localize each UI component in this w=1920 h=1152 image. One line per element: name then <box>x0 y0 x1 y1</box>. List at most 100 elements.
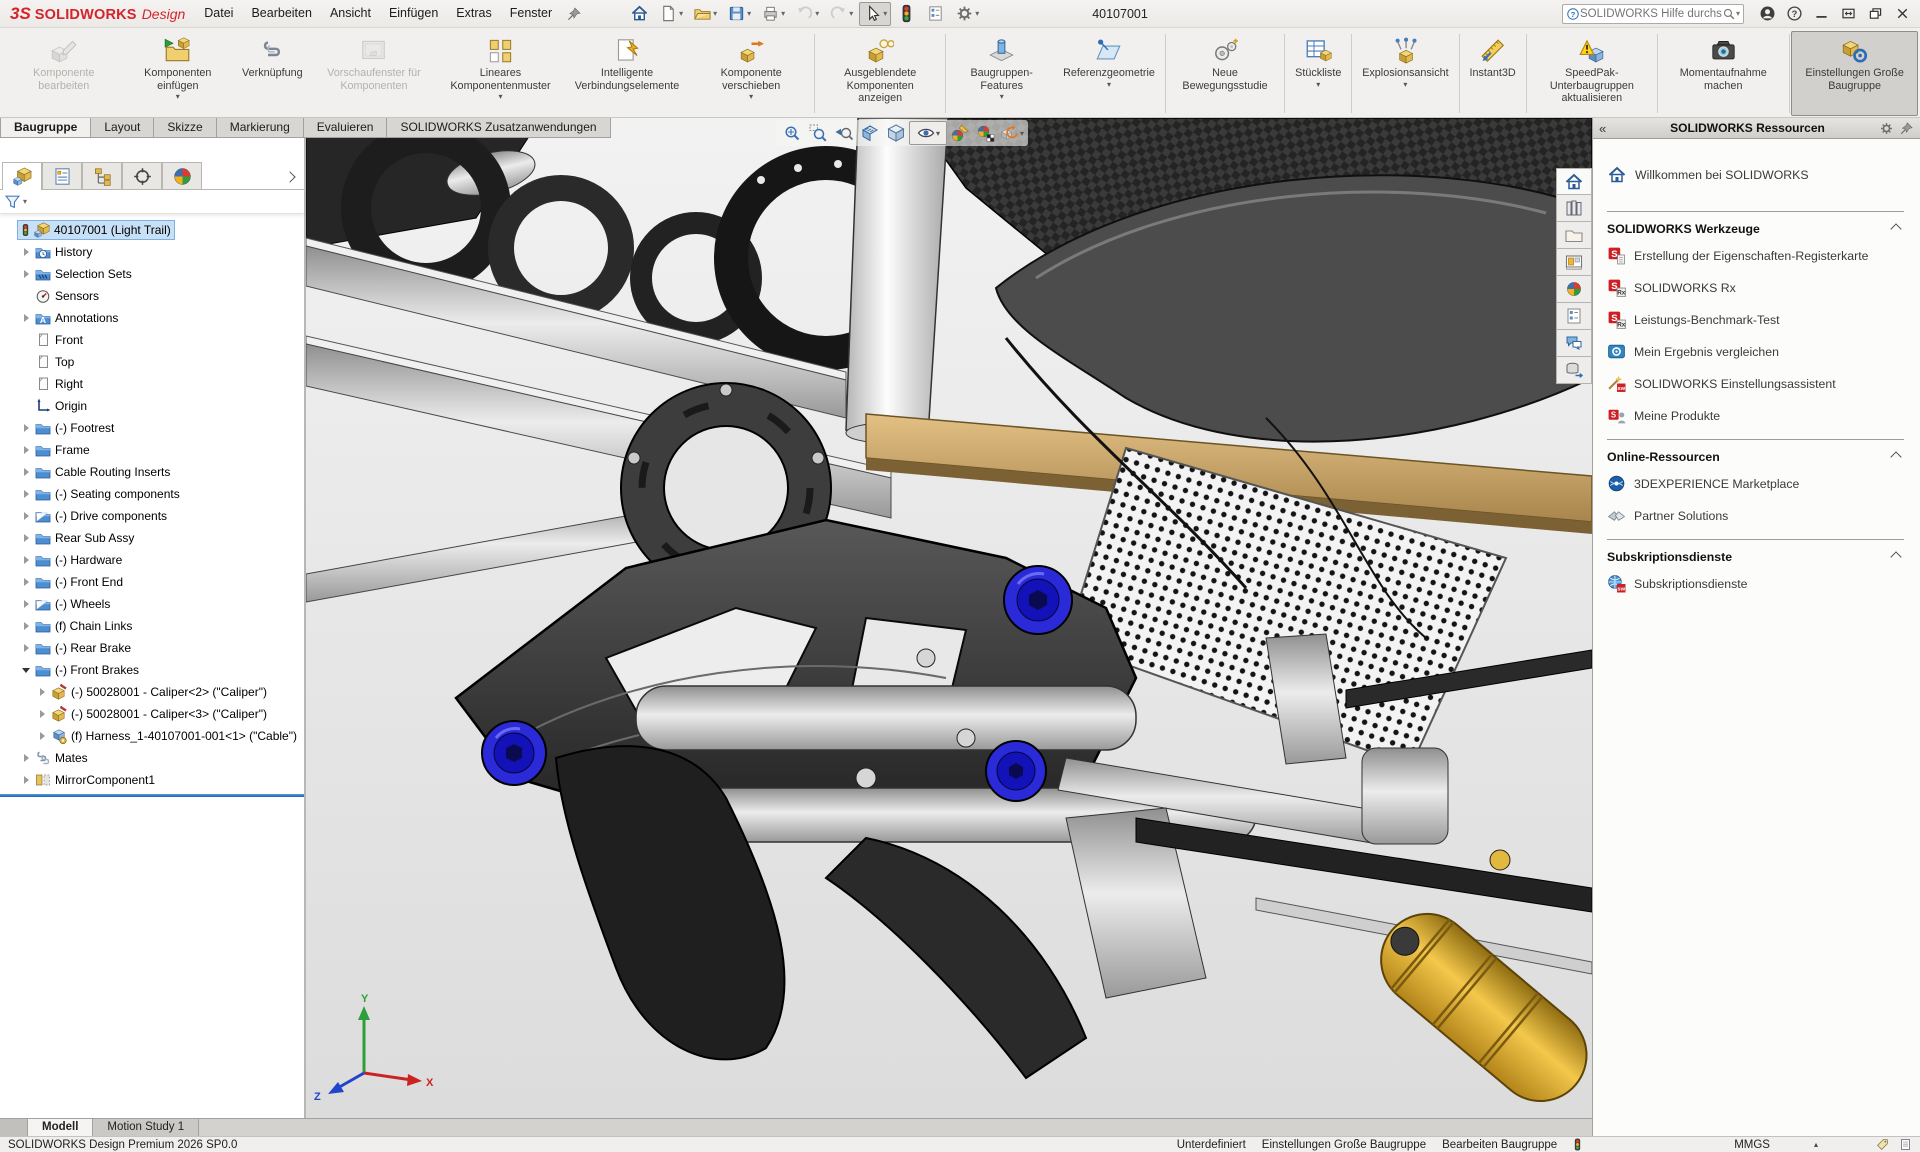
taskpane-tab-appearances-scenes[interactable] <box>1556 276 1592 303</box>
viewport-3d-model[interactable]: Y X Z <box>306 118 1592 1118</box>
section-view-button[interactable] <box>857 121 883 145</box>
tree-item-drive-components[interactable]: (-) Drive components <box>0 505 304 527</box>
menu-fenster[interactable]: Fenster <box>501 0 561 27</box>
panel-pin-icon[interactable] <box>1899 121 1914 136</box>
tree-item-seating-components[interactable]: (-) Seating components <box>0 483 304 505</box>
tree-item-selection-sets[interactable]: Selection Sets <box>0 263 304 285</box>
tree-item-top[interactable]: Top <box>0 351 304 373</box>
tree-expand-arrow[interactable] <box>20 444 33 457</box>
tree-item-wheels[interactable]: (-) Wheels <box>0 593 304 615</box>
tree-expand-arrow[interactable] <box>20 422 33 435</box>
tree-item-annotations[interactable]: Annotations <box>0 307 304 329</box>
panel-tab-featuremanager-tree[interactable] <box>2 162 42 190</box>
ribbon-einstellungen-gro-e-baugruppe[interactable]: Einstellungen Große Baugruppe <box>1791 31 1918 116</box>
search-icon[interactable] <box>1722 7 1736 21</box>
tab-markierung[interactable]: Markierung <box>217 118 304 138</box>
ribbon-momentaufnahme-machen[interactable]: Momentaufnahme machen <box>1660 31 1787 116</box>
redo-caret[interactable]: ▾ <box>849 9 853 18</box>
apply-scene-button[interactable] <box>973 121 999 145</box>
panel-options-gear-icon[interactable] <box>1879 121 1894 136</box>
taskpane-tab-solidworks-resources[interactable] <box>1556 168 1592 195</box>
panel-tab-dimxpert-manager[interactable] <box>122 162 162 189</box>
tree-expand-arrow[interactable] <box>20 554 33 567</box>
tab-layout[interactable]: Layout <box>91 118 154 138</box>
tree-expand-arrow[interactable] <box>20 598 33 611</box>
tree-expand-arrow[interactable] <box>36 730 49 743</box>
ribbon-caret[interactable]: ▾ <box>1316 81 1320 89</box>
panel-tab-display-manager[interactable] <box>162 162 202 189</box>
select-button[interactable]: ▾ <box>859 2 891 26</box>
section-header-online-ressourcen[interactable]: Online-Ressourcen <box>1607 450 1904 464</box>
tree-item-f-harness-1-40107001-001-1[interactable]: (f) Harness_1-40107001-001<1> ("Cable") <box>0 725 304 747</box>
tree-item-history[interactable]: History <box>0 241 304 263</box>
tree-item-front-brakes[interactable]: (-) Front Brakes <box>0 659 304 681</box>
units-selector[interactable]: MMGS <box>1734 1139 1770 1151</box>
pivot-bearing-blue[interactable] <box>986 741 1046 801</box>
filter-funnel-icon[interactable] <box>4 193 21 210</box>
menu-bearbeiten[interactable]: Bearbeiten <box>242 0 320 27</box>
tree-expand-arrow[interactable] <box>20 620 33 633</box>
tree-expand-arrow[interactable] <box>20 488 33 501</box>
units-caret[interactable]: ▴ <box>1814 1140 1818 1149</box>
resize-button[interactable] <box>1835 2 1862 26</box>
new-document-caret[interactable]: ▾ <box>679 9 683 18</box>
print-button[interactable]: ▾ <box>757 2 789 26</box>
ribbon-referenzgeometrie[interactable]: Referenzgeometrie▾ <box>1055 31 1163 116</box>
resource-link-subskriptionsdienste[interactable]: Subskriptionsdienste <box>1607 574 1904 593</box>
taskpane-tab-view-palette[interactable] <box>1556 249 1592 276</box>
ribbon-neue-bewegungsstudie[interactable]: Neue Bewegungsstudie <box>1168 31 1283 116</box>
tree-item-mates[interactable]: Mates <box>0 747 304 769</box>
minimize-button[interactable] <box>1808 2 1835 26</box>
ribbon-komponente-verschieben[interactable]: Komponente verschieben▾ <box>690 31 812 116</box>
open-document-caret[interactable]: ▾ <box>713 9 717 18</box>
tree-item-rear-sub-assy[interactable]: Rear Sub Assy <box>0 527 304 549</box>
tree-item-right[interactable]: Right <box>0 373 304 395</box>
tree-expand-arrow[interactable] <box>20 642 33 655</box>
model-tab-modell[interactable]: Modell <box>28 1119 93 1136</box>
ribbon-caret[interactable]: ▾ <box>1107 81 1111 89</box>
ribbon-ausgeblendete-komponenten-anzeigen[interactable]: Ausgeblendete Komponenten anzeigen <box>817 31 944 116</box>
tree-expand-arrow[interactable] <box>20 510 33 523</box>
tree-expand-arrow[interactable] <box>20 268 33 281</box>
open-document-button[interactable]: ▾ <box>689 2 721 26</box>
close-button[interactable] <box>1889 2 1916 26</box>
view-settings-button[interactable]: ▾ <box>999 121 1025 145</box>
tree-item-footrest[interactable]: (-) Footrest <box>0 417 304 439</box>
tab-baugruppe[interactable]: Baugruppe <box>0 118 91 138</box>
redo-button[interactable]: ▾ <box>825 2 857 26</box>
taskpane-tab-design-library[interactable] <box>1556 195 1592 222</box>
tree-item-sensors[interactable]: Sensors <box>0 285 304 307</box>
model-tab-motion-study-1[interactable]: Motion Study 1 <box>93 1119 199 1136</box>
ribbon-instant3d[interactable]: Instant3D <box>1461 31 1523 116</box>
tree-item-rear-brake[interactable]: (-) Rear Brake <box>0 637 304 659</box>
resource-link-mein-ergebnis-vergleichen[interactable]: Mein Ergebnis vergleichen <box>1607 342 1904 361</box>
save-caret[interactable]: ▾ <box>747 9 751 18</box>
tree-item-frame[interactable]: Frame <box>0 439 304 461</box>
ribbon-caret[interactable]: ▾ <box>498 93 502 101</box>
rebuild-status-icon[interactable] <box>1571 1138 1584 1151</box>
rebuild-button[interactable] <box>893 2 920 26</box>
edit-appearance-button[interactable] <box>947 121 973 145</box>
tree-item-50028001-caliper-2-ca[interactable]: (-) 50028001 - Caliper<2> ("Caliper") <box>0 681 304 703</box>
ribbon-caret[interactable]: ▾ <box>1403 81 1407 89</box>
hide-show-items-caret[interactable]: ▾ <box>936 129 940 138</box>
tree-item-front[interactable]: Front <box>0 329 304 351</box>
taskpane-tab-pdm-sync[interactable] <box>1556 357 1592 384</box>
menu-ansicht[interactable]: Ansicht <box>321 0 380 27</box>
tag-icon[interactable] <box>1876 1138 1889 1151</box>
tab-evaluieren[interactable]: Evaluieren <box>304 118 388 138</box>
ribbon-explosionsansicht[interactable]: Explosionsansicht▾ <box>1354 31 1456 116</box>
zoom-to-fit-button[interactable] <box>779 121 805 145</box>
resource-link-solidworks-einstellungsassistent[interactable]: SOLIDWORKS Einstellungsassistent <box>1607 374 1904 393</box>
ribbon-komponenten-einf-gen[interactable]: Komponenten einfügen▾ <box>122 31 234 116</box>
ribbon-baugruppen-features[interactable]: Baugruppen-Features▾ <box>948 31 1055 116</box>
pivot-bearing-blue[interactable] <box>482 721 546 785</box>
tree-expand-arrow[interactable] <box>20 752 33 765</box>
collapse-chevron-icon[interactable] <box>1890 451 1901 462</box>
collapse-chevron-icon[interactable] <box>1890 223 1901 234</box>
tree-item-50028001-caliper-3-ca[interactable]: (-) 50028001 - Caliper<3> ("Caliper") <box>0 703 304 725</box>
taskpane-tab-custom-properties[interactable] <box>1556 303 1592 330</box>
tree-expand-arrow[interactable] <box>20 246 33 259</box>
resource-link-3dexperience-marketplace[interactable]: 3DEXPERIENCE Marketplace <box>1607 474 1904 493</box>
taskpane-tab-solidworks-forum[interactable] <box>1556 330 1592 357</box>
